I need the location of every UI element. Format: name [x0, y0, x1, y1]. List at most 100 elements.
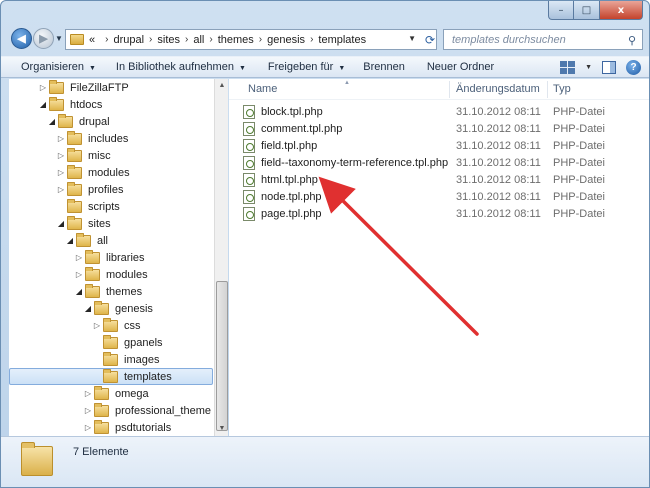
burn-button[interactable]: Brennen — [353, 61, 413, 73]
share-button[interactable]: Freigeben für ▼ — [254, 61, 353, 73]
breadcrumb-separator[interactable]: › — [185, 34, 188, 45]
tree-item[interactable]: ◢ htdocs — [37, 96, 102, 113]
expand-icon[interactable]: ▷ — [82, 406, 94, 415]
breadcrumb-separator[interactable]: › — [259, 34, 262, 45]
expand-icon[interactable]: ▷ — [55, 134, 67, 143]
search-icon[interactable]: ⚲ — [628, 34, 636, 47]
file-row[interactable]: node.tpl.php 31.10.2012 08:11 PHP-Datei — [243, 189, 643, 206]
tree-item[interactable]: ▷ FileZillaFTP — [37, 79, 129, 96]
tree-item[interactable]: ▷ modules — [55, 164, 130, 181]
breadcrumb-overflow[interactable]: « — [89, 34, 95, 46]
details-pane: 7 Elemente — [1, 436, 649, 487]
tree-item[interactable]: ◢ all — [64, 232, 108, 249]
tree-item[interactable]: ◢ drupal — [46, 113, 110, 130]
tree-item-label: images — [124, 353, 160, 366]
breadcrumb-item[interactable]: genesis — [267, 34, 305, 46]
breadcrumb-separator[interactable]: › — [105, 34, 108, 45]
tree-item-label: themes — [106, 285, 143, 298]
expand-icon[interactable]: ▷ — [91, 321, 103, 330]
arrow-left-icon: ◀ — [17, 33, 26, 45]
new-folder-button[interactable]: Neuer Ordner — [413, 61, 502, 73]
expand-icon[interactable]: ▷ — [82, 423, 94, 432]
collapse-icon[interactable]: ◢ — [37, 100, 49, 109]
maximize-button[interactable]: □ — [574, 1, 600, 20]
breadcrumb-item[interactable]: drupal — [113, 34, 144, 46]
breadcrumb-separator[interactable]: › — [209, 34, 212, 45]
expand-icon[interactable]: ▷ — [73, 253, 85, 262]
tree-item[interactable]: ▷ professional_theme — [82, 402, 211, 419]
tree-item[interactable]: ▷ includes — [55, 130, 128, 147]
tree-item[interactable]: ▷ omega — [82, 385, 149, 402]
column-name[interactable]: Name — [248, 83, 277, 95]
php-file-icon — [243, 190, 255, 204]
collapse-icon[interactable]: ◢ — [73, 287, 85, 296]
chevron-down-icon: ▼ — [238, 65, 246, 72]
breadcrumb-separator[interactable]: › — [310, 34, 313, 45]
tree-item[interactable]: ◢ sites — [55, 215, 111, 232]
tree-item[interactable]: ▷ css — [91, 317, 141, 334]
scrollbar-thumb[interactable] — [216, 281, 228, 431]
tree-item[interactable]: images — [91, 351, 159, 368]
collapse-icon[interactable]: ◢ — [55, 219, 67, 228]
back-button[interactable]: ◀ — [11, 28, 32, 49]
tree-item-label: modules — [106, 268, 148, 281]
tree-item[interactable]: ◢ themes — [73, 283, 142, 300]
expand-icon[interactable]: ▷ — [55, 168, 67, 177]
column-date[interactable]: Änderungsdatum — [456, 83, 540, 95]
file-row[interactable]: html.tpl.php 31.10.2012 08:11 PHP-Datei — [243, 172, 643, 189]
breadcrumb-item[interactable]: themes — [218, 34, 254, 46]
tree-item[interactable]: ▷ psdtutorials — [82, 419, 171, 436]
close-button[interactable]: x — [600, 1, 643, 20]
breadcrumb-item[interactable]: templates — [318, 34, 366, 46]
search-input[interactable]: templates durchsuchen ⚲ — [443, 29, 643, 50]
expand-icon[interactable]: ▷ — [55, 185, 67, 194]
expand-icon[interactable]: ▷ — [55, 151, 67, 160]
folder-icon — [103, 317, 118, 332]
collapse-icon[interactable]: ◢ — [64, 236, 76, 245]
refresh-button[interactable]: ⟳ — [421, 29, 439, 50]
navigation-scrollbar[interactable]: ▲ ▼ — [214, 79, 228, 436]
tree-item[interactable]: ◢ genesis — [82, 300, 153, 317]
file-name: html.tpl.php — [261, 174, 318, 186]
scroll-up-button[interactable]: ▲ — [216, 79, 228, 93]
collapse-icon[interactable]: ◢ — [46, 117, 58, 126]
minimize-button[interactable]: – — [548, 1, 574, 20]
column-type[interactable]: Typ — [553, 83, 571, 95]
column-divider[interactable] — [547, 81, 548, 98]
tree-item[interactable]: ▷ profiles — [55, 181, 123, 198]
tree-item[interactable]: ▷ misc — [55, 147, 111, 164]
expand-icon[interactable]: ▷ — [37, 83, 49, 92]
tree-item-label: genesis — [115, 302, 153, 315]
expand-icon[interactable]: ▷ — [73, 270, 85, 279]
column-divider[interactable] — [449, 81, 450, 98]
address-history-dropdown[interactable]: ▼ — [408, 34, 416, 43]
scroll-down-button[interactable]: ▼ — [216, 422, 228, 436]
recent-pages-dropdown[interactable]: ▼ — [55, 34, 63, 43]
library-button[interactable]: In Bibliothek aufnehmen ▼ — [104, 61, 254, 73]
file-row[interactable]: page.tpl.php 31.10.2012 08:11 PHP-Datei — [243, 206, 643, 223]
help-icon[interactable]: ? — [626, 60, 641, 75]
breadcrumb-separator[interactable]: › — [149, 34, 152, 45]
file-row[interactable]: comment.tpl.php 31.10.2012 08:11 PHP-Datei — [243, 121, 643, 138]
forward-button[interactable]: ▶ — [33, 28, 54, 49]
collapse-icon[interactable]: ◢ — [82, 304, 94, 313]
tree-item[interactable]: ▷ modules — [73, 266, 148, 283]
file-row[interactable]: field--taxonomy-term-reference.tpl.php 31… — [243, 155, 643, 172]
organize-button[interactable]: Organisieren ▼ — [1, 61, 104, 73]
address-bar[interactable]: « › › drupal › sites › all › themes › genesis › tem… — [65, 29, 437, 50]
tree-item[interactable]: gpanels — [91, 334, 163, 351]
breadcrumb-item[interactable]: sites — [157, 34, 180, 46]
tree-item[interactable]: scripts — [55, 198, 120, 215]
file-row[interactable]: field.tpl.php 31.10.2012 08:11 PHP-Datei — [243, 138, 643, 155]
change-view-icon[interactable] — [560, 61, 576, 74]
expand-icon[interactable]: ▷ — [82, 389, 94, 398]
tree-item[interactable]: templates — [9, 368, 213, 385]
preview-pane-icon[interactable] — [602, 61, 616, 74]
file-row[interactable]: block.tpl.php 31.10.2012 08:11 PHP-Datei — [243, 104, 643, 121]
file-type: PHP-Datei — [553, 123, 605, 135]
folder-icon — [49, 96, 64, 111]
tree-item-label: includes — [88, 132, 129, 145]
tree-item[interactable]: ▷ libraries — [73, 249, 145, 266]
breadcrumb-item[interactable]: all — [193, 34, 204, 46]
view-options-dropdown[interactable]: ▼ — [585, 64, 592, 71]
